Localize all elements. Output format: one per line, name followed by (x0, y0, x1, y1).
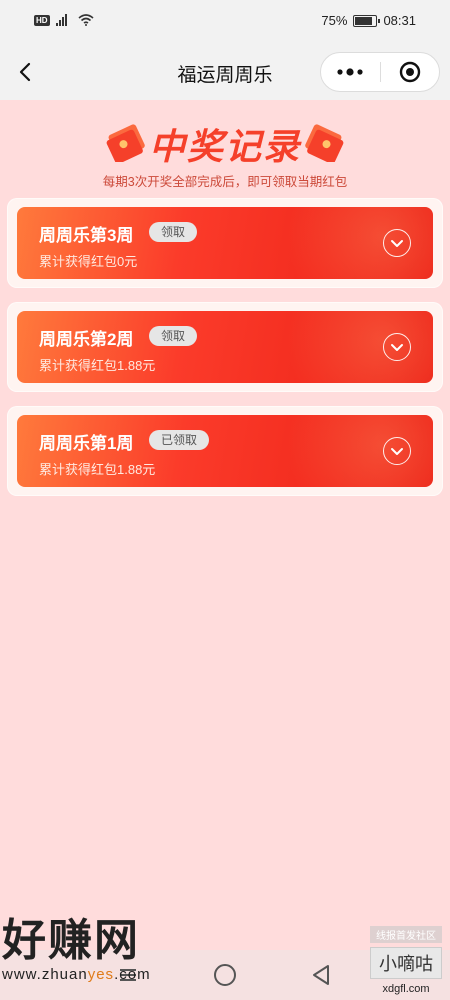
mini-program-capsule (320, 52, 440, 92)
record-card-body[interactable]: 周周乐第1周 已领取 累计获得红包1.88元 (17, 415, 433, 487)
record-card-body[interactable]: 周周乐第2周 领取 累计获得红包1.88元 (17, 311, 433, 383)
expand-button[interactable] (383, 437, 411, 465)
page-title: 中奖记录 (148, 126, 301, 167)
record-card: 周周乐第1周 已领取 累计获得红包1.88元 (7, 406, 443, 496)
claimed-badge: 已领取 (149, 430, 210, 450)
battery-icon (353, 14, 381, 27)
home-icon[interactable] (214, 964, 236, 986)
record-card: 周周乐第3周 领取 累计获得红包0元 (7, 198, 443, 288)
record-card-body[interactable]: 周周乐第3周 领取 累计获得红包0元 (17, 207, 433, 279)
watermark-url-b: .com (114, 966, 151, 983)
status-right: 75% 08:31 (321, 13, 416, 28)
watermark-right-top: 线报首发社区 (370, 926, 442, 943)
records-list: 周周乐第3周 领取 累计获得红包0元 周周乐第2周 领取 累计获得红包1.88元… (7, 198, 443, 510)
wifi-icon (78, 14, 94, 26)
status-left: HD (34, 14, 94, 26)
chevron-down-icon (391, 240, 403, 247)
status-bar: HD 75% 08:31 (0, 0, 450, 44)
close-button[interactable] (381, 53, 440, 91)
target-close-icon (399, 61, 420, 83)
records-subtitle: 每期3次开奖全部完成后，即可领取当期红包 (102, 175, 348, 189)
chevron-down-icon (391, 448, 403, 455)
record-amount: 累计获得红包0元 (39, 254, 138, 269)
record-title: 周周乐第1周 (39, 434, 134, 453)
claim-button[interactable]: 领取 (149, 222, 198, 242)
more-button[interactable] (321, 53, 380, 91)
records-header: 中奖记录 每期3次开奖全部完成后，即可领取当期红包 (0, 110, 450, 190)
watermark-url: www.zhuanyes.com (2, 966, 202, 983)
record-card: 周周乐第2周 领取 累计获得红包1.88元 (7, 302, 443, 392)
expand-button[interactable] (383, 333, 411, 361)
record-amount: 累计获得红包1.88元 (39, 462, 156, 477)
record-title: 周周乐第2周 (39, 330, 134, 349)
watermark-brand: 好赚网 (2, 916, 140, 965)
record-amount: 累计获得红包1.88元 (39, 358, 156, 373)
watermark-right: 线报首发社区 小嘀咕 xdgfl.com (370, 926, 442, 995)
watermark-right-bottom: xdgfl.com (382, 983, 430, 995)
expand-button[interactable] (383, 229, 411, 257)
hd-icon: HD (34, 14, 50, 26)
more-dots-icon (337, 68, 363, 76)
battery-percent: 75% (321, 13, 348, 28)
back-triangle-icon[interactable] (311, 964, 331, 986)
nav-bar: 福运周周乐 (0, 44, 450, 100)
claim-button[interactable]: 领取 (149, 326, 198, 346)
signal-icon (55, 14, 72, 26)
watermark-url-a: www.zhuan (2, 966, 88, 983)
watermark-right-mid: 小嘀咕 (370, 947, 442, 979)
watermark-url-yes: yes (87, 966, 115, 983)
red-envelope-right-icon (305, 124, 344, 162)
clock: 08:31 (383, 13, 416, 28)
battery-fill (355, 16, 372, 25)
chevron-down-icon (391, 344, 403, 351)
watermark-left: 好赚网 www.zhuanyes.com (2, 918, 202, 998)
record-title: 周周乐第3周 (39, 226, 134, 245)
